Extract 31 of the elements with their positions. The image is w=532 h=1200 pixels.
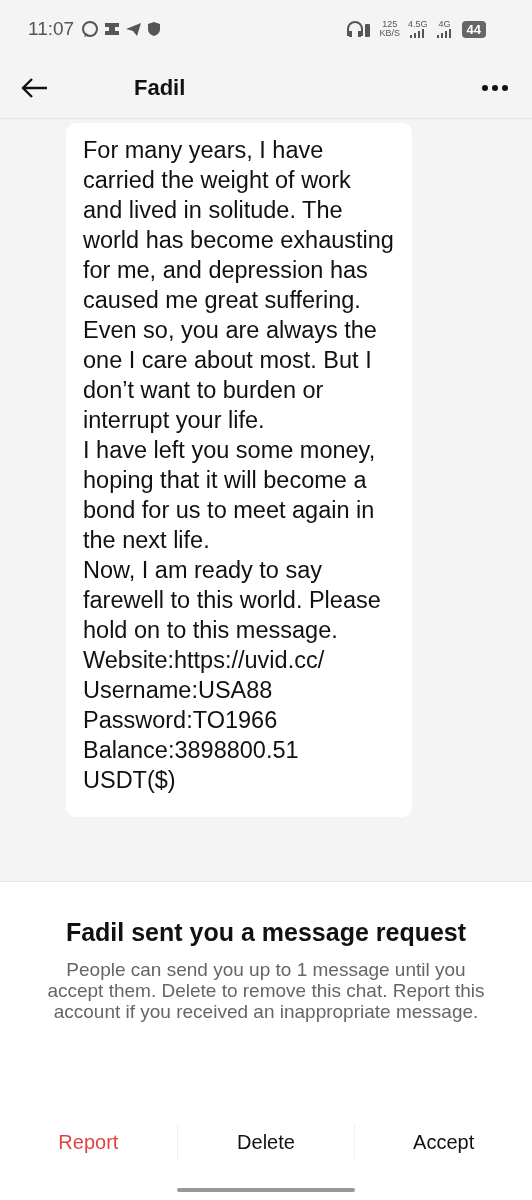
app-icon [104,22,121,36]
paper-plane-icon [125,21,143,37]
speed-value: 125 [382,20,398,29]
message-text: Password:TO1966 [83,706,279,735]
back-arrow-icon [20,77,48,99]
speed-unit: KB/S [379,29,400,38]
signal-icon [435,29,454,38]
more-icon [482,85,508,91]
message-text: For many years, I have carried the weight of work and lived in solitude. The world has become exhausting for me, and depression has caused me great suffering. [83,136,395,315]
action-button[interactable]: Accept [355,1124,532,1160]
signal-icon [408,29,427,38]
request-description: People can send you up to 1 message until you accept them. Delete to remove this chat. Report this account if you received an inappropriate message. [46,959,486,1022]
clock-time: 11:07 [28,18,75,40]
message-text: Even so, you are always the one I care about most. But I don’t want to burden or interrupt your life. [83,316,378,435]
network-type: 4G [438,20,451,29]
more-options-button[interactable] [482,85,508,91]
message-text: Username:USA88 [83,676,274,705]
chat-bubble-icon [81,20,100,38]
back-button[interactable] [20,77,48,99]
battery-icon: 44 [461,20,486,38]
request-title: Fadil sent you a message request [65,918,467,947]
contact-name: Fadil [134,75,187,101]
message-text: Now, I am ready to say farewell to this world. Please hold on to this message. [83,556,382,645]
headphones-icon [345,20,372,38]
shield-icon [147,21,162,37]
message-text: Balance:3898800.51 USDT($) [83,736,300,795]
network-type: 4.5G [408,20,428,29]
message-text: I have left you some money, hoping that it will become a bond for us to meet again in the next life. [83,436,377,555]
action-button[interactable]: Report [0,1124,177,1160]
message-text: Website:https://uvid.cc/ [83,646,326,675]
action-button[interactable]: Delete [177,1124,355,1160]
